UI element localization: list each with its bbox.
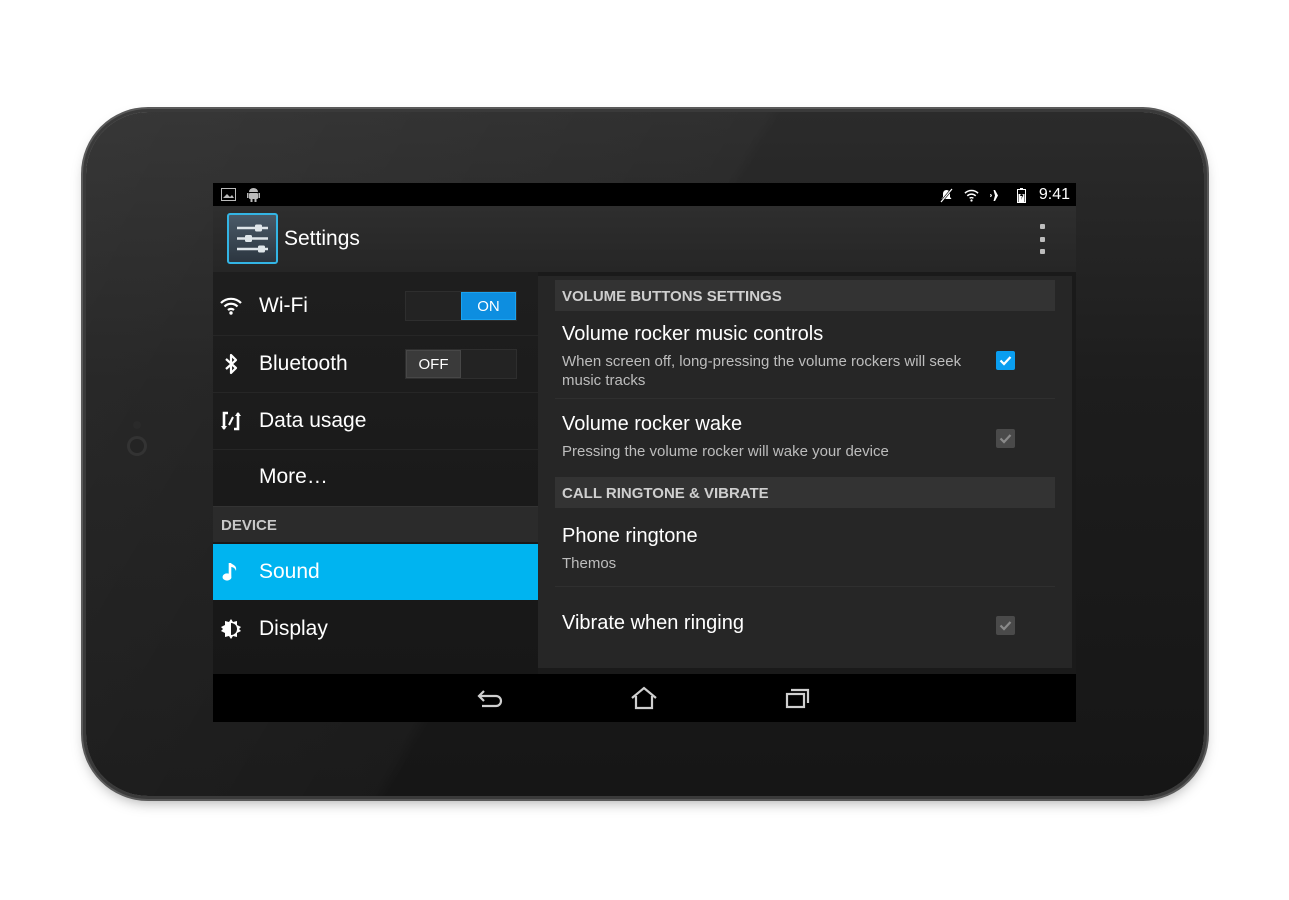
call-ringtone-section-header: CALL RINGTONE & VIBRATE <box>555 477 1055 508</box>
section-header-label: VOLUME BUTTONS SETTINGS <box>562 288 782 305</box>
pref-volume-rocker-music-controls[interactable]: Volume rocker music controls When screen… <box>555 314 1055 398</box>
status-bar: 9:41 <box>213 183 1076 206</box>
sound-settings-panel: VOLUME BUTTONS SETTINGS Volume rocker mu… <box>538 276 1072 668</box>
section-header-label: DEVICE <box>221 517 277 534</box>
pref-summary: When screen off, long-pressing the volum… <box>562 353 962 389</box>
sidebar-item-label: More… <box>259 465 328 488</box>
light-sensor <box>133 421 141 429</box>
volume-buttons-section-header: VOLUME BUTTONS SETTINGS <box>555 280 1055 311</box>
sidebar-item-label: Bluetooth <box>259 352 348 375</box>
pref-volume-rocker-wake[interactable]: Volume rocker wake Pressing the volume r… <box>555 399 1055 476</box>
sidebar-item-data-usage[interactable]: Data usage <box>213 393 538 449</box>
sidebar-item-more[interactable]: More… <box>213 449 538 505</box>
section-header-label: CALL RINGTONE & VIBRATE <box>562 485 769 502</box>
pref-title: Volume rocker music controls <box>562 323 824 345</box>
toggle-on-segment <box>461 350 516 378</box>
sidebar-item-wifi[interactable]: Wi-Fi ON <box>213 278 538 334</box>
device-section-header: DEVICE <box>213 506 538 542</box>
sidebar-item-label: Wi-Fi <box>259 294 308 317</box>
status-left-icons <box>221 187 261 202</box>
sidebar-item-label: Sound <box>259 560 320 583</box>
airplane-icon <box>989 188 1004 203</box>
recent-apps-icon[interactable] <box>781 684 813 712</box>
toggle-off-segment: OFF <box>406 350 462 378</box>
sidebar-item-display[interactable]: Display <box>213 601 538 657</box>
overflow-menu-icon[interactable] <box>1034 224 1050 254</box>
sidebar-item-bluetooth[interactable]: Bluetooth OFF <box>213 336 538 392</box>
music-note-icon <box>219 560 243 584</box>
checkbox-disabled[interactable] <box>996 616 1015 635</box>
bluetooth-icon <box>219 352 243 376</box>
home-icon[interactable] <box>628 684 660 712</box>
status-right-icons: 9:41 <box>939 186 1070 204</box>
front-camera <box>130 439 144 453</box>
bluetooth-toggle[interactable]: OFF <box>405 349 517 379</box>
data-usage-icon <box>219 409 243 433</box>
back-icon[interactable] <box>474 684 506 712</box>
sidebar-item-label: Data usage <box>259 409 367 432</box>
wifi-icon <box>219 294 243 318</box>
pref-summary: Themos <box>562 555 617 572</box>
screen: 9:41 Settings Wi-Fi ON Bluetooth OFF Dat… <box>213 183 1076 722</box>
wifi-icon <box>964 188 979 203</box>
settings-sidebar: Wi-Fi ON Bluetooth OFF Data usage More… … <box>213 272 538 674</box>
toggle-on-segment: ON <box>460 292 516 320</box>
pref-phone-ringtone[interactable]: Phone ringtone Themos <box>555 510 1055 586</box>
pref-vibrate-when-ringing[interactable]: Vibrate when ringing <box>555 587 1055 663</box>
pref-title: Vibrate when ringing <box>562 612 744 634</box>
sidebar-item-sound[interactable]: Sound <box>213 544 538 600</box>
checkbox-disabled[interactable] <box>996 429 1015 448</box>
toggle-off-segment <box>406 292 461 320</box>
gallery-icon <box>221 187 236 202</box>
notifications-off-icon <box>939 187 954 203</box>
pref-summary: Pressing the volume rocker will wake you… <box>562 443 889 460</box>
android-icon <box>246 187 261 202</box>
sidebar-item-label: Display <box>259 617 328 640</box>
settings-icon[interactable] <box>227 213 278 264</box>
navigation-bar <box>213 674 1076 722</box>
action-bar: Settings <box>213 206 1076 272</box>
checkbox-checked[interactable] <box>996 351 1015 370</box>
page-title: Settings <box>284 227 360 250</box>
display-gear-icon <box>219 617 243 641</box>
device-stage: 9:41 Settings Wi-Fi ON Bluetooth OFF Dat… <box>0 0 1289 900</box>
pref-title: Phone ringtone <box>562 525 698 547</box>
wifi-toggle[interactable]: ON <box>405 291 517 321</box>
status-time: 9:41 <box>1038 186 1070 203</box>
battery-charging-icon <box>1014 187 1029 203</box>
pref-title: Volume rocker wake <box>562 413 743 435</box>
